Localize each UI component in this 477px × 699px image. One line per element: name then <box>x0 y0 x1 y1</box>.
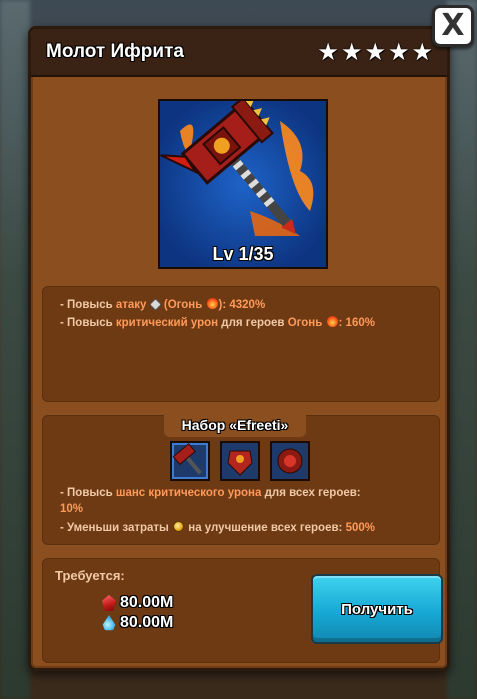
effect-paren: ): <box>218 299 230 311</box>
bonus-value: 10% <box>60 503 84 515</box>
set-title: Набор «Efreeti» <box>181 417 289 433</box>
resource-amount: 80.00M <box>120 614 174 631</box>
item-dialog: Молот Ифрита ★ ★ ★ ★ ★ Lv 1/35 - Повысь … <box>28 26 450 671</box>
background-left <box>0 0 30 699</box>
close-icon: X <box>441 8 465 43</box>
bonus-value: 500% <box>345 522 375 534</box>
effect-element: Огонь <box>167 299 203 311</box>
bonus-prefix: - Повысь <box>60 487 116 499</box>
sword-icon <box>148 298 162 311</box>
get-button[interactable]: Получить <box>311 574 443 644</box>
set-item-amulet[interactable] <box>270 441 310 481</box>
effect-paren: ( <box>160 299 168 311</box>
set-item-armor[interactable] <box>220 441 260 481</box>
item-portrait: Lv 1/35 <box>158 96 328 269</box>
title-bar: Молот Ифрита ★ ★ ★ ★ ★ <box>31 29 447 77</box>
effect-value: 160% <box>345 317 375 329</box>
item-level: Lv 1/35 <box>212 244 274 264</box>
red-gem-icon <box>102 595 116 611</box>
background-right <box>447 0 477 699</box>
effect-stat: атаку <box>115 299 147 311</box>
fire-icon <box>206 298 218 309</box>
set-panel: Набор «Efreeti» - Повысь шанс критическо… <box>42 415 440 545</box>
blue-drop-icon <box>102 615 116 631</box>
item-title: Молот Ифрита <box>46 41 184 62</box>
effect-line-attack: - Повысь атаку (Огонь ): 4320% <box>60 298 265 311</box>
coin-icon <box>173 521 185 532</box>
fire-icon <box>326 316 338 327</box>
set-bonus-cost: - Уменьши затраты на улучшение всех геро… <box>60 521 375 534</box>
bonus-suffix: для всех героев: <box>261 487 361 499</box>
star-icon: ★ <box>387 39 410 66</box>
effect-line-crit: - Повысь критический урон для героев Ого… <box>60 316 375 329</box>
set-bonus-crit-chance: - Повысь шанс критического урона для все… <box>60 487 361 499</box>
set-item-hammer[interactable] <box>170 441 210 481</box>
effect-value: 4320% <box>229 299 266 311</box>
rarity-stars: ★ ★ ★ ★ ★ <box>317 41 433 65</box>
effects-panel: - Повысь атаку (Огонь ): 4320% - Повысь … <box>42 286 440 402</box>
bonus-prefix: - Уменьши затраты <box>60 522 173 534</box>
effect-element: Огонь <box>287 317 323 329</box>
effect-stat: критический урон <box>115 317 219 329</box>
star-icon: ★ <box>317 39 339 66</box>
hammer-icon <box>160 96 314 236</box>
hammer-icon <box>172 443 202 475</box>
resource-amount: 80.00M <box>120 594 174 611</box>
star-icon: ★ <box>340 39 363 66</box>
effect-colon: : <box>338 317 346 329</box>
effect-prefix: - Повысь <box>60 317 116 329</box>
set-bonus-crit-value: 10% <box>60 503 83 515</box>
requirements-panel: Требуется: 80.00M 80.00M Получить <box>42 558 443 663</box>
bonus-stat: шанс критического урона <box>115 487 262 499</box>
effect-prefix: - Повысь <box>60 299 116 311</box>
effect-mid: для героев <box>218 317 288 329</box>
armor-icon <box>227 450 253 476</box>
star-icon: ★ <box>411 39 433 66</box>
resource-red-gem: 80.00M <box>102 594 173 612</box>
close-button[interactable]: X <box>432 5 474 47</box>
resource-blue-drop: 80.00M <box>102 614 173 632</box>
bonus-suffix: на улучшение всех героев: <box>185 522 346 534</box>
requirements-label: Требуется: <box>55 568 125 583</box>
amulet-icon <box>277 448 303 474</box>
get-button-label: Получить <box>341 600 413 618</box>
star-icon: ★ <box>364 39 386 66</box>
